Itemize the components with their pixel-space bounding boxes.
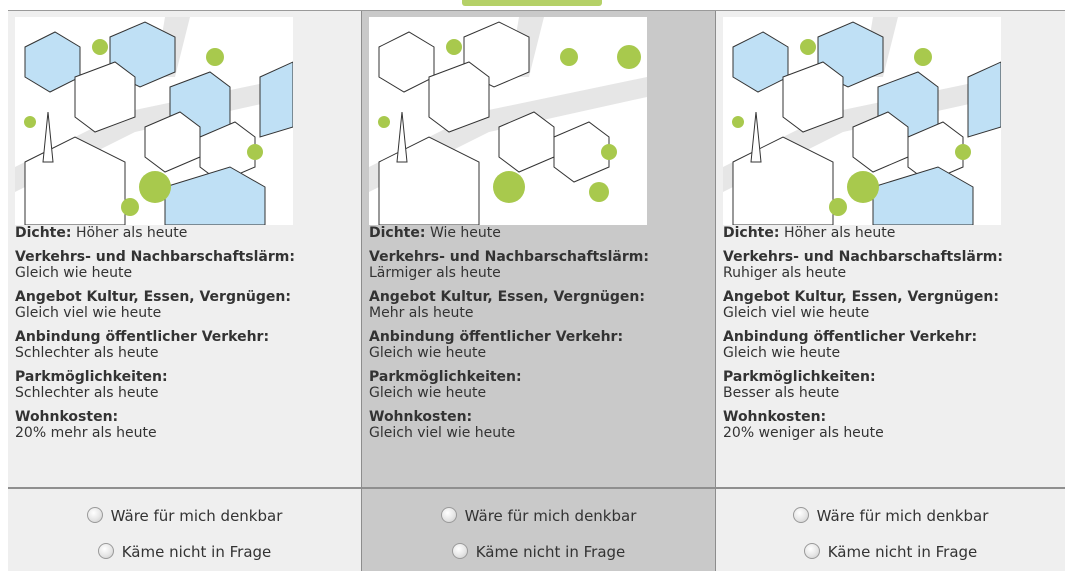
radio-label: Wäre für mich denkbar: [816, 507, 989, 525]
attr-label: Dichte:: [15, 225, 72, 241]
radio-button-icon[interactable]: [440, 507, 457, 523]
attr-label: Angebot Kultur, Essen, Vergnügen:: [723, 289, 999, 305]
city-block-illustration-icon: [723, 17, 1001, 225]
attr-value: Mehr als heute: [369, 305, 474, 321]
attr-label: Verkehrs- und Nachbarschaftslärm:: [723, 249, 1003, 265]
choice-comparison-grid: Dichte: Höher als heute Verkehrs- und Na…: [8, 10, 1065, 571]
attr-label: Anbindung öffentlicher Verkehr:: [723, 329, 978, 345]
attr-dichte: Dichte: Höher als heute: [15, 225, 355, 241]
attr-value: 20% weniger als heute: [723, 425, 884, 441]
attr-value: Gleich viel wie heute: [723, 305, 870, 321]
radio-label: Käme nicht in Frage: [121, 543, 272, 561]
attr-label: Angebot Kultur, Essen, Vergnügen:: [369, 289, 645, 305]
attr-wohnkosten: Wohnkosten: 20% weniger als heute: [723, 409, 1063, 441]
radio-option-denkbar-3[interactable]: Wäre für mich denkbar: [716, 507, 1065, 525]
divider: [362, 487, 715, 489]
attr-value: Gleich viel wie heute: [369, 425, 516, 441]
radio-option-denkbar-2[interactable]: Wäre für mich denkbar: [362, 507, 715, 525]
attr-label: Wohnkosten:: [723, 409, 827, 425]
attr-label: Dichte:: [369, 225, 426, 241]
attr-value: Schlechter als heute: [15, 345, 159, 361]
attr-oev: Anbindung öffentlicher Verkehr: Gleich wi…: [723, 329, 1063, 361]
attr-parken: Parkmöglichkeiten: Gleich wie heute: [369, 369, 709, 401]
attributes-list-2: Dichte: Wie heute Verkehrs- und Nachbars…: [369, 225, 709, 449]
attr-kultur: Angebot Kultur, Essen, Vergnügen: Gleich …: [723, 289, 1063, 321]
radio-button-icon[interactable]: [451, 543, 468, 559]
radio-button-icon[interactable]: [803, 543, 820, 559]
attr-value: Ruhiger als heute: [723, 265, 847, 281]
attr-value: Höher als heute: [783, 225, 896, 241]
attr-dichte: Dichte: Höher als heute: [723, 225, 1063, 241]
attr-label: Anbindung öffentlicher Verkehr:: [369, 329, 624, 345]
city-block-illustration-icon: [15, 17, 293, 225]
radio-label: Wäre für mich denkbar: [110, 507, 283, 525]
attr-label: Wohnkosten:: [15, 409, 119, 425]
attr-label: Angebot Kultur, Essen, Vergnügen:: [15, 289, 291, 305]
radio-option-nicht-2[interactable]: Käme nicht in Frage: [362, 543, 715, 561]
attr-dichte: Dichte: Wie heute: [369, 225, 709, 241]
attr-value: Lärmiger als heute: [369, 265, 501, 281]
city-block-illustration-icon: [369, 17, 647, 225]
radio-option-denkbar-1[interactable]: Wäre für mich denkbar: [8, 507, 361, 525]
attr-kultur: Angebot Kultur, Essen, Vergnügen: Mehr al…: [369, 289, 709, 321]
header-title-fragment: [462, 0, 602, 6]
radio-button-icon[interactable]: [86, 507, 103, 523]
city-illustration-3: [723, 17, 1001, 225]
attributes-list-3: Dichte: Höher als heute Verkehrs- und Na…: [723, 225, 1063, 449]
attr-oev: Anbindung öffentlicher Verkehr: Schlechte…: [15, 329, 355, 361]
attr-laerm: Verkehrs- und Nachbarschaftslärm: Lärmige…: [369, 249, 709, 281]
attr-value: Besser als heute: [723, 385, 840, 401]
radio-label: Wäre für mich denkbar: [464, 507, 637, 525]
attr-value: Gleich wie heute: [723, 345, 841, 361]
radio-label: Käme nicht in Frage: [827, 543, 978, 561]
attr-value: Gleich viel wie heute: [15, 305, 162, 321]
attr-label: Parkmöglichkeiten:: [723, 369, 876, 385]
attr-value: Gleich wie heute: [369, 345, 487, 361]
attr-kultur: Angebot Kultur, Essen, Vergnügen: Gleich …: [15, 289, 355, 321]
attr-label: Verkehrs- und Nachbarschaftslärm:: [369, 249, 649, 265]
attr-value: Gleich wie heute: [369, 385, 487, 401]
attr-label: Wohnkosten:: [369, 409, 473, 425]
attributes-list-1: Dichte: Höher als heute Verkehrs- und Na…: [15, 225, 355, 449]
attr-label: Verkehrs- und Nachbarschaftslärm:: [15, 249, 295, 265]
divider: [716, 487, 1065, 489]
attr-label: Anbindung öffentlicher Verkehr:: [15, 329, 270, 345]
option-column-3: Dichte: Höher als heute Verkehrs- und Na…: [716, 11, 1065, 571]
divider: [8, 487, 361, 489]
attr-laerm: Verkehrs- und Nachbarschaftslärm: Gleich …: [15, 249, 355, 281]
attr-value: Schlechter als heute: [15, 385, 159, 401]
attr-parken: Parkmöglichkeiten: Schlechter als heute: [15, 369, 355, 401]
radio-label: Käme nicht in Frage: [475, 543, 626, 561]
attr-label: Dichte:: [723, 225, 780, 241]
radio-option-nicht-1[interactable]: Käme nicht in Frage: [8, 543, 361, 561]
attr-laerm: Verkehrs- und Nachbarschaftslärm: Ruhiger…: [723, 249, 1063, 281]
radio-button-icon[interactable]: [97, 543, 114, 559]
option-column-2: Dichte: Wie heute Verkehrs- und Nachbars…: [361, 11, 716, 571]
attr-oev: Anbindung öffentlicher Verkehr: Gleich wi…: [369, 329, 709, 361]
option-column-1: Dichte: Höher als heute Verkehrs- und Na…: [8, 11, 361, 571]
attr-value: 20% mehr als heute: [15, 425, 157, 441]
attr-wohnkosten: Wohnkosten: 20% mehr als heute: [15, 409, 355, 441]
attr-value: Wie heute: [429, 225, 501, 241]
attr-value: Gleich wie heute: [15, 265, 133, 281]
radio-option-nicht-3[interactable]: Käme nicht in Frage: [716, 543, 1065, 561]
page-header-cropped: [0, 0, 1065, 10]
attr-label: Parkmöglichkeiten:: [369, 369, 522, 385]
city-illustration-1: [15, 17, 293, 225]
city-illustration-2: [369, 17, 647, 225]
radio-button-icon[interactable]: [792, 507, 809, 523]
attr-wohnkosten: Wohnkosten: Gleich viel wie heute: [369, 409, 709, 441]
attr-value: Höher als heute: [75, 225, 188, 241]
attr-parken: Parkmöglichkeiten: Besser als heute: [723, 369, 1063, 401]
attr-label: Parkmöglichkeiten:: [15, 369, 168, 385]
